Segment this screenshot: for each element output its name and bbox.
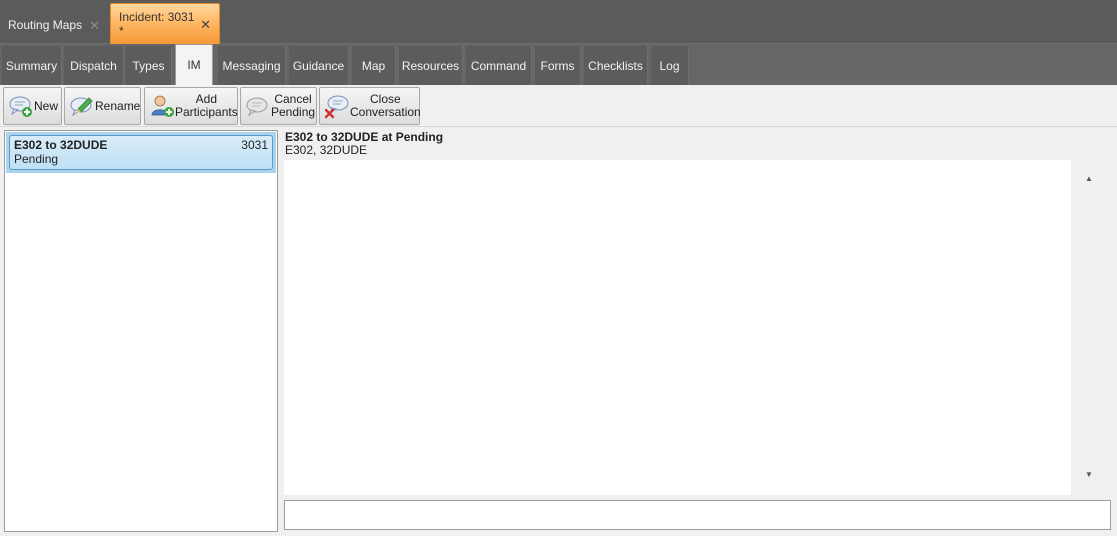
add-participants-label-line2: Participants (175, 105, 238, 119)
cancel-pending-icon (246, 97, 268, 117)
message-scrollbar[interactable]: ▲ ▼ (1071, 160, 1111, 495)
im-toolbar: New Rename Add Participants Cancel Pendi… (0, 85, 1117, 127)
message-history[interactable] (284, 160, 1071, 495)
tab-dispatch[interactable]: Dispatch (64, 46, 124, 85)
tab-im[interactable]: IM (175, 44, 213, 85)
new-conversation-icon (9, 96, 32, 117)
tab-resources[interactable]: Resources (399, 46, 463, 85)
conversation-list: E302 to 32DUDE 3031 Pending (4, 130, 278, 532)
tab-messaging[interactable]: Messaging (218, 46, 286, 85)
add-participants-button[interactable]: Add Participants (144, 87, 238, 125)
add-participants-label: Add Participants (175, 93, 238, 119)
close-conversation-label-line1: Close (370, 92, 401, 106)
conversation-item-card: E302 to 32DUDE 3031 Pending (9, 135, 273, 170)
conversation-title: E302 to 32DUDE (14, 138, 108, 152)
tab-checklists[interactable]: Checklists (584, 46, 648, 85)
tab-guidance[interactable]: Guidance (289, 46, 349, 85)
rename-icon (70, 97, 93, 117)
cancel-pending-label-line1: Cancel (274, 92, 312, 106)
doc-tab-routing-maps[interactable]: Routing Maps ✕ (0, 6, 108, 44)
conversation-participants: E302, 32DUDE (285, 143, 368, 157)
close-conversation-button[interactable]: Close Conversation (319, 87, 421, 125)
message-input[interactable] (284, 500, 1111, 530)
add-participants-label-line1: Add (195, 92, 218, 106)
conversation-status: Pending (14, 152, 59, 166)
doc-tab-incident[interactable]: Incident: 3031 * ✕ (110, 3, 220, 44)
document-tab-bar: Routing Maps ✕ Incident: 3031 * ✕ (0, 0, 1117, 44)
doc-tab-label: Routing Maps (8, 18, 83, 32)
cancel-pending-button[interactable]: Cancel Pending (240, 87, 317, 125)
close-conversation-icon (324, 95, 349, 119)
new-button-label: New (34, 98, 59, 113)
conversation-item[interactable]: E302 to 32DUDE 3031 Pending (6, 132, 276, 173)
scroll-down-icon[interactable]: ▼ (1085, 470, 1093, 479)
tab-map[interactable]: Map (352, 46, 396, 85)
tab-summary[interactable]: Summary (2, 46, 62, 85)
tab-types[interactable]: Types (126, 46, 172, 85)
conversation-incident-number: 3031 (241, 138, 268, 152)
cancel-pending-label-line2: Pending (271, 105, 316, 119)
incident-tab-bar: Summary Dispatch Types IM Messaging Guid… (0, 44, 1117, 85)
im-content: E302 to 32DUDE 3031 Pending E302 to 32DU… (0, 127, 1117, 536)
tab-forms[interactable]: Forms (535, 46, 581, 85)
new-button[interactable]: New (3, 87, 62, 125)
close-conversation-label: Close Conversation (350, 93, 421, 119)
tab-command[interactable]: Command (466, 46, 532, 85)
close-icon[interactable]: ✕ (200, 18, 211, 31)
tab-log[interactable]: Log (651, 46, 689, 85)
rename-button[interactable]: Rename (64, 87, 141, 125)
conversation-detail-title: E302 to 32DUDE at Pending (285, 130, 444, 144)
close-icon[interactable]: ✕ (89, 19, 100, 32)
close-conversation-label-line2: Conversation (350, 105, 421, 119)
scroll-up-icon[interactable]: ▲ (1085, 174, 1093, 183)
doc-tab-label: Incident: 3031 * (119, 10, 195, 38)
rename-button-label: Rename (95, 98, 141, 113)
add-user-icon (151, 95, 174, 117)
cancel-pending-label: Cancel Pending (271, 93, 315, 119)
